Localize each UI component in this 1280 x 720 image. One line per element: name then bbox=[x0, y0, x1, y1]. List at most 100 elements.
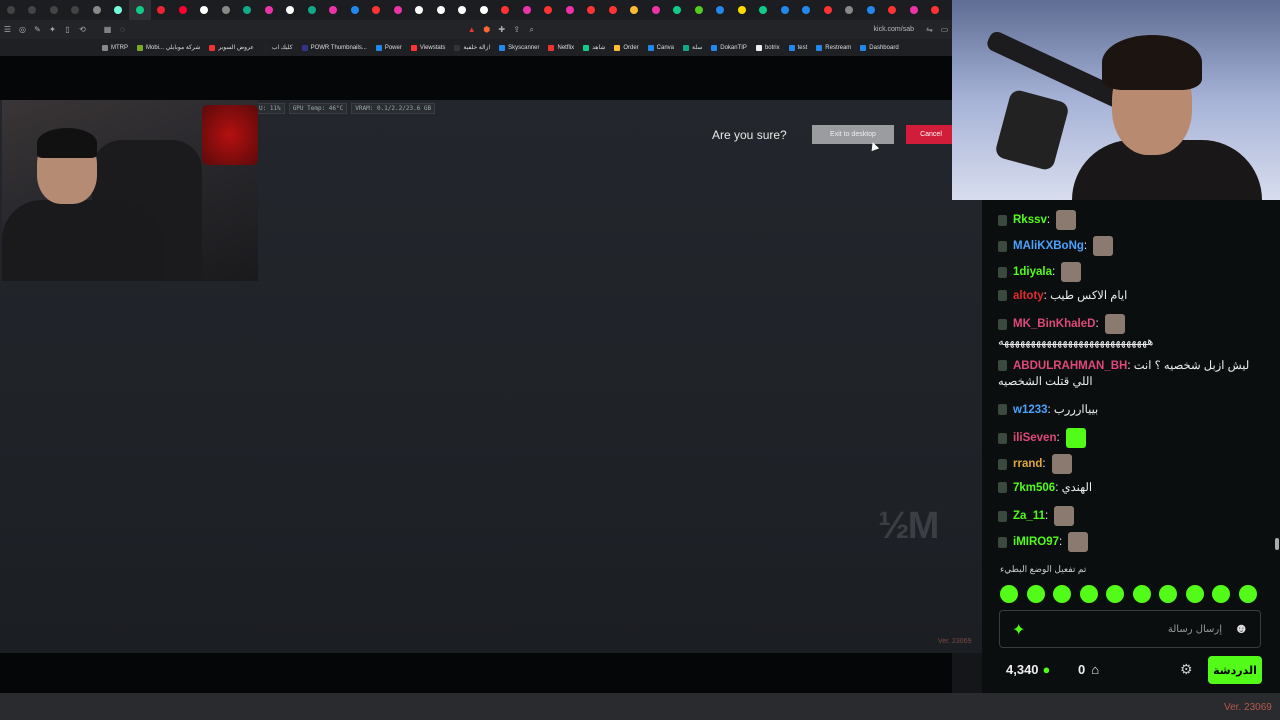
browser-tab[interactable] bbox=[86, 0, 108, 20]
browser-tab[interactable] bbox=[151, 0, 173, 20]
browser-tab[interactable] bbox=[882, 0, 904, 20]
chat-username[interactable]: iliSeven bbox=[1013, 432, 1056, 444]
browser-tab[interactable] bbox=[409, 0, 431, 20]
chat-username[interactable]: MK_BinKhaleD bbox=[1013, 318, 1095, 330]
bookmark-item[interactable]: Mobi... شركة موبايلي bbox=[137, 44, 200, 51]
chat-username[interactable]: ABDULRAHMAN_BH bbox=[1013, 360, 1127, 372]
bookmark-item[interactable]: Viewstats bbox=[410, 44, 445, 51]
browser-tab[interactable] bbox=[731, 0, 753, 20]
browser-tab[interactable] bbox=[559, 0, 581, 20]
emote-icon[interactable] bbox=[1079, 585, 1098, 603]
bookmark-item[interactable]: botrix bbox=[755, 44, 780, 51]
browser-tab[interactable] bbox=[344, 0, 366, 20]
browser-tab[interactable] bbox=[129, 0, 151, 20]
extension-icon[interactable]: ✦ bbox=[45, 20, 60, 39]
camera-icon[interactable]: ◎ bbox=[15, 20, 30, 39]
bookmark-item[interactable]: Restream bbox=[816, 44, 851, 51]
emote-icon[interactable] bbox=[1053, 585, 1071, 603]
browser-tab[interactable] bbox=[194, 0, 216, 20]
chat-input[interactable] bbox=[1040, 618, 1224, 640]
grid-icon[interactable]: ▦ bbox=[100, 20, 115, 39]
sparkle-icon[interactable]: ✦ bbox=[1012, 620, 1025, 640]
bookmark-item[interactable]: Dashboard bbox=[860, 44, 899, 51]
chat-scrollbar[interactable] bbox=[1275, 538, 1279, 550]
browser-tab[interactable] bbox=[280, 0, 302, 20]
bookmark-item[interactable]: سلة bbox=[683, 44, 702, 51]
browser-tab[interactable] bbox=[215, 0, 237, 20]
browser-tab[interactable] bbox=[602, 0, 624, 20]
bookmark-item[interactable]: Canva bbox=[647, 44, 674, 51]
reader-icon[interactable]: ▭ bbox=[937, 20, 952, 39]
pin-icon[interactable]: ✎ bbox=[30, 20, 45, 39]
browser-tab[interactable] bbox=[667, 0, 689, 20]
browser-tab[interactable] bbox=[323, 0, 345, 20]
browser-tab[interactable] bbox=[839, 0, 861, 20]
menu-icon[interactable]: ☰ bbox=[0, 20, 15, 39]
browser-tab[interactable] bbox=[903, 0, 925, 20]
browser-tab[interactable] bbox=[258, 0, 280, 20]
send-chat-button[interactable]: الدردشة bbox=[1208, 656, 1262, 684]
bookmark-item[interactable]: ازالة خلفية bbox=[454, 44, 490, 51]
emoji-icon[interactable]: ☻ bbox=[1234, 620, 1249, 636]
translate-icon[interactable]: ⇋ bbox=[922, 20, 937, 39]
bookmark-item[interactable]: Netflix bbox=[548, 44, 574, 51]
browser-tab[interactable] bbox=[0, 0, 22, 20]
chat-username[interactable]: w1233 bbox=[1013, 404, 1048, 416]
emote-icon[interactable] bbox=[1212, 585, 1230, 603]
gift-counter[interactable]: 0 ⌂ bbox=[1078, 662, 1099, 677]
browser-tab[interactable] bbox=[796, 0, 818, 20]
browser-tab[interactable] bbox=[43, 0, 65, 20]
chat-username[interactable]: altoty bbox=[1013, 290, 1044, 302]
browser-tab[interactable] bbox=[538, 0, 560, 20]
bookmark-item[interactable]: Order bbox=[614, 44, 639, 51]
emote-icon[interactable] bbox=[1106, 585, 1124, 603]
browser-tab[interactable] bbox=[430, 0, 452, 20]
emote-icon[interactable] bbox=[1132, 585, 1151, 603]
bookmark-item[interactable]: عروض السوبر bbox=[209, 44, 254, 51]
sidebar-icon[interactable]: ▯ bbox=[60, 20, 75, 39]
browser-tab[interactable] bbox=[172, 0, 194, 20]
browser-tab[interactable] bbox=[925, 0, 947, 20]
bookmark-item[interactable]: Skyscanner bbox=[499, 44, 539, 51]
browser-tab[interactable] bbox=[581, 0, 603, 20]
browser-tab[interactable] bbox=[237, 0, 259, 20]
channel-points[interactable]: 4,340 ● bbox=[1006, 662, 1050, 677]
browser-tab[interactable] bbox=[753, 0, 775, 20]
browser-tab[interactable] bbox=[710, 0, 732, 20]
browser-tab[interactable] bbox=[817, 0, 839, 20]
browser-tab[interactable] bbox=[473, 0, 495, 20]
chat-username[interactable]: iMIRO97 bbox=[1013, 536, 1059, 548]
bookmark-item[interactable]: test bbox=[788, 44, 807, 51]
history-icon[interactable]: ⟲ bbox=[75, 20, 90, 39]
browser-tab[interactable] bbox=[65, 0, 87, 20]
browser-tab[interactable] bbox=[366, 0, 388, 20]
bookmark-item[interactable]: MTRP bbox=[102, 44, 128, 51]
bookmark-add-icon[interactable]: ✚ bbox=[494, 20, 509, 39]
chat-username[interactable]: 7km506 bbox=[1013, 482, 1055, 494]
browser-tab[interactable] bbox=[301, 0, 323, 20]
browser-tab[interactable] bbox=[645, 0, 667, 20]
emote-icon[interactable] bbox=[1159, 585, 1177, 603]
bookmark-item[interactable]: شاهد bbox=[583, 44, 605, 51]
url-text[interactable]: kick.com/sab bbox=[874, 26, 914, 33]
emote-icon[interactable] bbox=[1238, 585, 1257, 603]
browser-tab[interactable] bbox=[624, 0, 646, 20]
emote-icon[interactable] bbox=[1026, 585, 1045, 603]
chat-username[interactable]: MAliKXBoNg bbox=[1013, 240, 1084, 252]
chat-username[interactable]: rrand bbox=[1013, 458, 1042, 470]
browser-tab[interactable] bbox=[495, 0, 517, 20]
exit-to-desktop-button[interactable]: Exit to desktop bbox=[812, 125, 894, 144]
bookmark-item[interactable]: DokanTIP bbox=[711, 44, 747, 51]
search-icon[interactable]: ⌕ bbox=[524, 20, 539, 39]
bookmark-item[interactable]: POWR Thumbnails... bbox=[301, 44, 367, 51]
browser-tab[interactable] bbox=[452, 0, 474, 20]
browser-tab[interactable] bbox=[22, 0, 44, 20]
emote-icon[interactable] bbox=[1000, 585, 1018, 603]
browser-tab[interactable] bbox=[688, 0, 710, 20]
bookmark-item[interactable]: Power bbox=[375, 44, 402, 51]
browser-tab[interactable] bbox=[387, 0, 409, 20]
gear-icon[interactable]: ⚙ bbox=[1180, 661, 1193, 678]
shield-icon[interactable]: ⬢ bbox=[479, 20, 494, 39]
alert-icon[interactable]: ▲ bbox=[464, 20, 479, 39]
browser-tab[interactable] bbox=[774, 0, 796, 20]
